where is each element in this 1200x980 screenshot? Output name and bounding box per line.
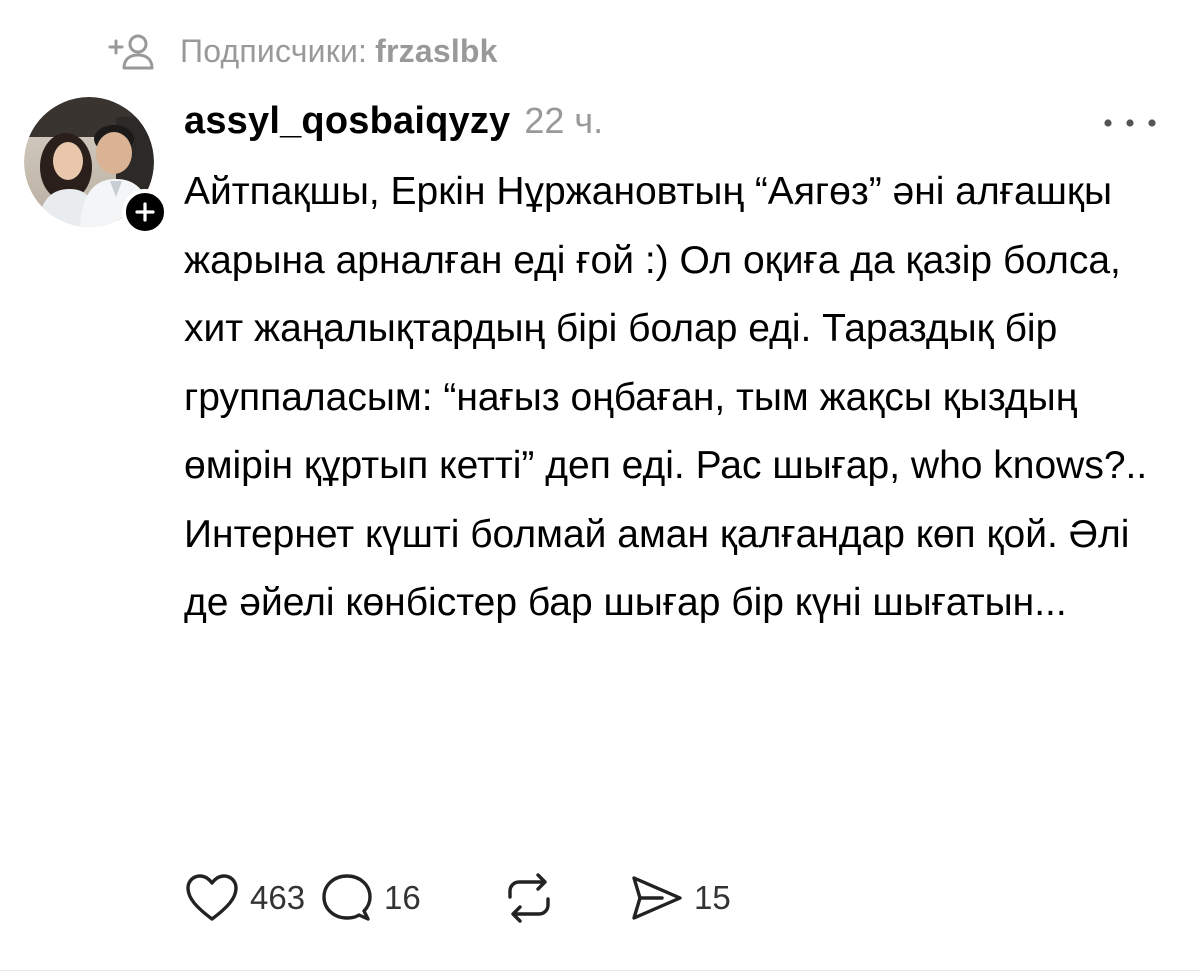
follow-person-plus-icon [108, 34, 154, 70]
action-bar: 463 16 15 [184, 868, 768, 928]
post-body: Айтпақшы, Еркін Нұржановтың “Аягөз” әні … [184, 158, 1174, 638]
more-options-button[interactable] [1094, 108, 1166, 138]
context-text: Подписчики: frzaslbk [180, 33, 498, 70]
follow-plus-button[interactable] [122, 189, 168, 235]
post-header: assyl_qosbaiqyzy 22 ч. [184, 100, 603, 152]
author-username[interactable]: assyl_qosbaiqyzy [184, 100, 510, 143]
reply-count: 16 [384, 879, 421, 916]
repost-icon [508, 873, 550, 923]
context-label: Подписчики: [180, 32, 368, 69]
reply-bubble-icon [322, 874, 372, 921]
repost-button[interactable] [500, 871, 628, 925]
follower-context-line: Подписчики: frzaslbk [108, 28, 498, 74]
context-username[interactable]: frzaslbk [375, 33, 498, 69]
post-timestamp: 22 ч. [524, 100, 604, 141]
more-horizontal-icon [1104, 119, 1156, 127]
post-paragraph-2: Интернет күшті болмай аман қалғандар көп… [184, 512, 1130, 625]
like-button[interactable]: 463 [184, 872, 320, 924]
reply-button[interactable]: 16 [320, 871, 500, 925]
plus-icon [135, 202, 155, 222]
share-count: 15 [694, 879, 731, 916]
post-paragraph-1: Айтпақшы, Еркін Нұржановтың “Аягөз” әні … [184, 170, 1148, 487]
share-button[interactable]: 15 [628, 872, 768, 924]
thread-post-card: Подписчики: frzaslbk assyl_qosbaiqyzy 22… [0, 0, 1200, 980]
divider [0, 970, 1200, 971]
avatar-container[interactable] [24, 97, 168, 235]
send-icon [632, 876, 682, 920]
like-count: 463 [250, 879, 306, 916]
heart-icon [186, 874, 238, 921]
